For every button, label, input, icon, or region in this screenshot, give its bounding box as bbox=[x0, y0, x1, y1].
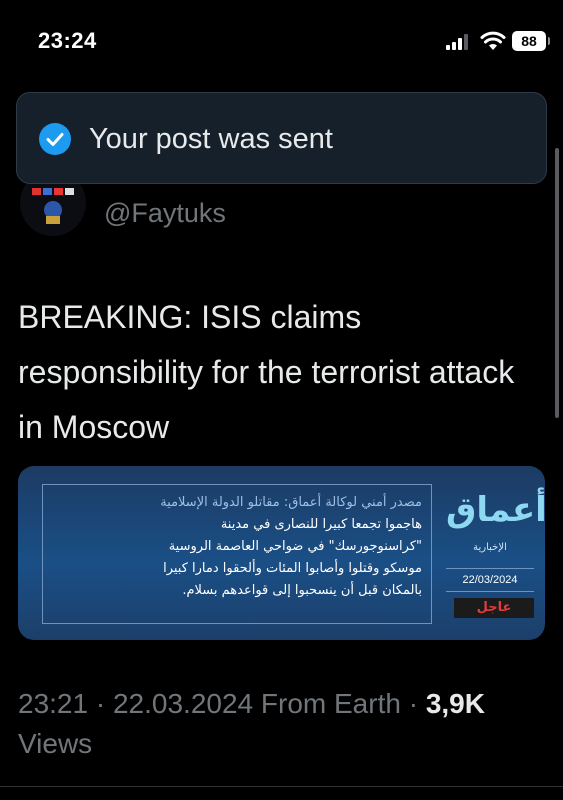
meta-separator: · bbox=[408, 688, 419, 719]
post-sent-toast[interactable]: Your post was sent bbox=[16, 92, 547, 184]
status-time: 23:24 bbox=[38, 28, 97, 53]
toast-message: Your post was sent bbox=[89, 123, 333, 155]
tweet-media-image[interactable]: مصدر أمني لوكالة أعماق: مقاتلو الدولة ال… bbox=[18, 466, 545, 640]
urgent-badge: عاجل bbox=[454, 598, 534, 618]
views-label[interactable]: Views bbox=[18, 728, 92, 759]
checkmark-icon bbox=[39, 123, 71, 155]
wifi-icon bbox=[480, 31, 506, 50]
tweet-time: 23:21 bbox=[18, 688, 89, 719]
meta-separator: · bbox=[95, 688, 106, 719]
news-card-source-line: مصدر أمني لوكالة أعماق: مقاتلو الدولة ال… bbox=[160, 495, 422, 510]
author-handle[interactable]: @Faytuks bbox=[104, 198, 226, 229]
amaq-logo-subtitle: الإخبارية bbox=[473, 542, 507, 553]
news-card-text: مصدر أمني لوكالة أعماق: مقاتلو الدولة ال… bbox=[52, 492, 422, 602]
tweet-text: BREAKING: ISIS claims responsibility for… bbox=[18, 299, 515, 445]
battery-icon: 88 bbox=[512, 31, 550, 51]
tweet-meta: 23:21 · 22.03.2024 From Earth · 3,9K Vie… bbox=[18, 684, 548, 764]
scrollbar[interactable] bbox=[555, 148, 559, 418]
battery-level: 88 bbox=[521, 33, 537, 49]
news-card-line: بالمكان قبل أن ينسحبوا إلى قواعدهم بسلام… bbox=[182, 583, 422, 598]
news-card-line: هاجموا تجمعا كبيرا للنصارى في مدينة bbox=[220, 517, 422, 532]
news-card-branding: أعماق الإخبارية 22/03/2024 عاجل bbox=[446, 484, 545, 624]
tweet-date: 22.03.2024 bbox=[112, 688, 254, 719]
amaq-logo: أعماق bbox=[446, 490, 545, 530]
news-card-date: 22/03/2024 bbox=[446, 568, 534, 592]
status-bar: 23:24 88 bbox=[0, 0, 563, 80]
tweet-location: From Earth bbox=[260, 688, 401, 719]
divider bbox=[0, 786, 563, 787]
news-card-line: "كراسنوجورسك" في ضواحي العاصمة الروسية bbox=[168, 539, 422, 554]
views-count[interactable]: 3,9K bbox=[426, 688, 485, 719]
news-card-line: موسكو وقتلوا وأصابوا المئات وألحقوا دمار… bbox=[163, 561, 422, 576]
cellular-signal-icon bbox=[446, 34, 472, 50]
